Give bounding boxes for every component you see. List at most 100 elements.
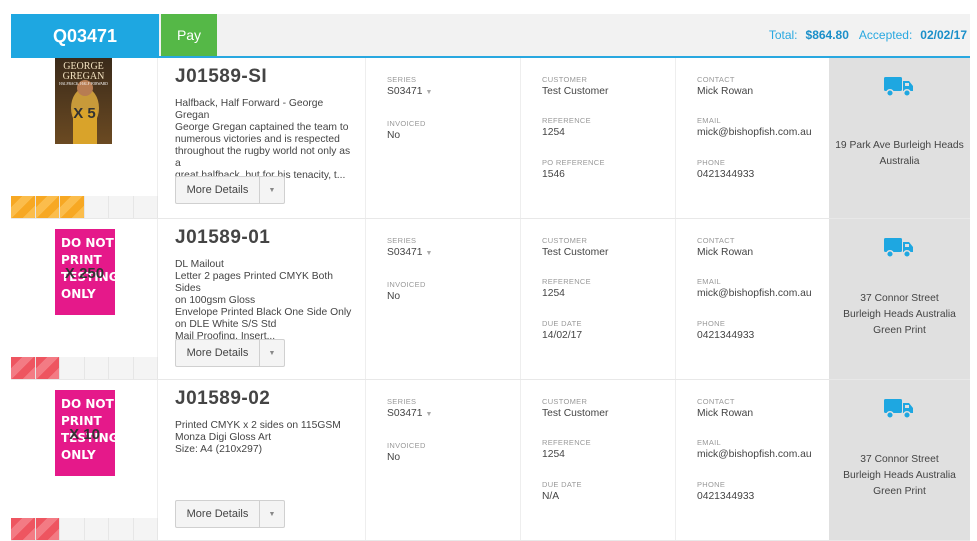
email-value[interactable]: mick@bishopfish.com.au bbox=[697, 127, 812, 138]
job-number[interactable]: J01589-SI bbox=[175, 66, 267, 88]
phone-value: 0421344933 bbox=[697, 169, 755, 180]
caret-down-icon[interactable]: ▼ bbox=[426, 89, 433, 96]
progress-segment bbox=[85, 357, 109, 379]
delivery-cell: 19 Park Ave Burleigh Heads Australia bbox=[829, 58, 970, 218]
secondary-field: DUE DATE 14/02/17 bbox=[542, 319, 582, 341]
series-select[interactable]: S03471 ▼ bbox=[387, 86, 432, 97]
progress-segment bbox=[109, 196, 134, 218]
series-label: SERIES bbox=[387, 75, 417, 84]
total-value: $864.80 bbox=[805, 28, 849, 42]
contact-cell: CONTACT Mick Rowan EMAIL mick@bishopfish… bbox=[677, 58, 828, 218]
customer-value: Test Customer bbox=[542, 247, 609, 258]
job-description: Printed CMYK x 2 sides on 115GSM Monza D… bbox=[175, 420, 341, 455]
series-field: SERIES S03471 ▼ bbox=[387, 397, 432, 419]
caret-down-icon[interactable]: ▼ bbox=[426, 250, 433, 257]
series-select[interactable]: S03471 ▼ bbox=[387, 247, 432, 258]
more-details-button[interactable]: More Details ▼ bbox=[175, 176, 285, 204]
reference-label: REFERENCE bbox=[542, 438, 591, 447]
secondary-label: PO REFERENCE bbox=[542, 158, 605, 167]
series-select[interactable]: S03471 ▼ bbox=[387, 408, 432, 419]
job-quantity: X 10 bbox=[69, 426, 100, 443]
job-thumbnail-cell: DO NOT PRINT TESTING ONLY X 10 bbox=[11, 380, 158, 540]
more-details-label[interactable]: More Details bbox=[176, 177, 259, 203]
invoiced-field: INVOICED No bbox=[387, 119, 426, 141]
quote-id-tab[interactable]: Q03471 bbox=[11, 14, 159, 58]
job-row: DO NOT PRINT TESTING ONLY X 250 J01589-01 D… bbox=[11, 219, 970, 380]
pay-button[interactable]: Pay bbox=[161, 14, 217, 56]
progress-segment bbox=[35, 196, 60, 218]
do-not-print-text: ONLY bbox=[61, 287, 96, 301]
book-cover-image: GEORGEGREGANHALFBACK, HALF FORWARD bbox=[55, 58, 112, 144]
secondary-value: 1546 bbox=[542, 169, 565, 180]
job-quantity: X 5 bbox=[73, 105, 96, 122]
phone-value: 0421344933 bbox=[697, 330, 755, 341]
contact-value: Mick Rowan bbox=[697, 247, 754, 258]
contact-label: CONTACT bbox=[697, 397, 735, 406]
job-details-cell: J01589-02 Printed CMYK x 2 sides on 115G… bbox=[159, 380, 366, 540]
secondary-label: DUE DATE bbox=[542, 319, 582, 328]
more-details-label[interactable]: More Details bbox=[176, 340, 259, 366]
invoiced-field: INVOICED No bbox=[387, 280, 426, 302]
phone-label: PHONE bbox=[697, 158, 726, 167]
contact-field: CONTACT Mick Rowan bbox=[697, 236, 753, 258]
job-number[interactable]: J01589-01 bbox=[175, 227, 270, 249]
customer-label: CUSTOMER bbox=[542, 75, 588, 84]
phone-field: PHONE 0421344933 bbox=[697, 480, 754, 502]
job-thumbnail-cell: GEORGE GREGAN HALFBACK, HALF FORWARD X 5 bbox=[11, 58, 158, 218]
phone-label: PHONE bbox=[697, 319, 726, 328]
progress-segment bbox=[35, 357, 60, 379]
more-details-button[interactable]: More Details ▼ bbox=[175, 500, 285, 528]
email-value[interactable]: mick@bishopfish.com.au bbox=[697, 288, 812, 299]
progress-segment bbox=[11, 518, 36, 540]
contact-cell: CONTACT Mick Rowan EMAIL mick@bishopfish… bbox=[677, 219, 828, 379]
reference-field: REFERENCE 1254 bbox=[542, 116, 591, 138]
total-label: Total: bbox=[768, 28, 798, 42]
customer-cell: CUSTOMER Test Customer REFERENCE 1254 DU… bbox=[522, 380, 676, 540]
svg-text:GREGAN: GREGAN bbox=[63, 71, 105, 82]
job-details-cell: J01589-01 DL Mailout Letter 2 pages Prin… bbox=[159, 219, 366, 379]
email-label: EMAIL bbox=[697, 277, 722, 286]
contact-field: CONTACT Mick Rowan bbox=[697, 397, 753, 419]
customer-field: CUSTOMER Test Customer bbox=[542, 75, 608, 97]
more-details-button[interactable]: More Details ▼ bbox=[175, 339, 285, 367]
progress-segment bbox=[109, 518, 134, 540]
job-description: DL Mailout Letter 2 pages Printed CMYK B… bbox=[175, 259, 352, 342]
phone-value: 0421344933 bbox=[697, 491, 755, 502]
series-cell: SERIES S03471 ▼ INVOICED No bbox=[367, 58, 521, 218]
contact-label: CONTACT bbox=[697, 75, 735, 84]
reference-value: 1254 bbox=[542, 288, 565, 299]
job-progress-bar bbox=[11, 357, 158, 379]
job-number[interactable]: J01589-02 bbox=[175, 388, 270, 410]
secondary-field: PO REFERENCE 1546 bbox=[542, 158, 605, 180]
caret-down-icon[interactable]: ▼ bbox=[426, 411, 433, 418]
reference-value: 1254 bbox=[542, 449, 565, 460]
chevron-down-icon[interactable]: ▼ bbox=[259, 177, 284, 203]
progress-segment bbox=[60, 518, 85, 540]
invoiced-value: No bbox=[387, 291, 401, 302]
customer-label: CUSTOMER bbox=[542, 397, 588, 406]
do-not-print-text: ONLY bbox=[61, 448, 96, 462]
accepted-label: Accepted: bbox=[858, 28, 913, 42]
progress-segment bbox=[60, 196, 85, 218]
chevron-down-icon[interactable]: ▼ bbox=[259, 501, 284, 527]
email-label: EMAIL bbox=[697, 116, 722, 125]
chevron-down-icon[interactable]: ▼ bbox=[259, 340, 284, 366]
more-details-label[interactable]: More Details bbox=[176, 501, 259, 527]
job-progress-bar bbox=[11, 518, 158, 540]
job-thumbnail-cell: DO NOT PRINT TESTING ONLY X 250 bbox=[11, 219, 158, 379]
job-description: Halfback, Half Forward - George Gregan G… bbox=[175, 98, 351, 181]
customer-field: CUSTOMER Test Customer bbox=[542, 397, 608, 419]
delivery-address: 19 Park Ave Burleigh Heads Australia bbox=[835, 140, 964, 167]
series-cell: SERIES S03471 ▼ INVOICED No bbox=[367, 219, 521, 379]
series-label: SERIES bbox=[387, 236, 417, 245]
progress-segment bbox=[134, 357, 158, 379]
customer-label: CUSTOMER bbox=[542, 236, 588, 245]
reference-value: 1254 bbox=[542, 127, 565, 138]
contact-cell: CONTACT Mick Rowan EMAIL mick@bishopfish… bbox=[677, 380, 828, 540]
accepted-date: 02/02/17 bbox=[920, 28, 967, 42]
email-field: EMAIL mick@bishopfish.com.au bbox=[697, 438, 812, 460]
do-not-print-text: DO NOT bbox=[61, 236, 114, 250]
customer-field: CUSTOMER Test Customer bbox=[542, 236, 608, 258]
email-value[interactable]: mick@bishopfish.com.au bbox=[697, 449, 812, 460]
job-quantity: X 250 bbox=[64, 265, 105, 282]
